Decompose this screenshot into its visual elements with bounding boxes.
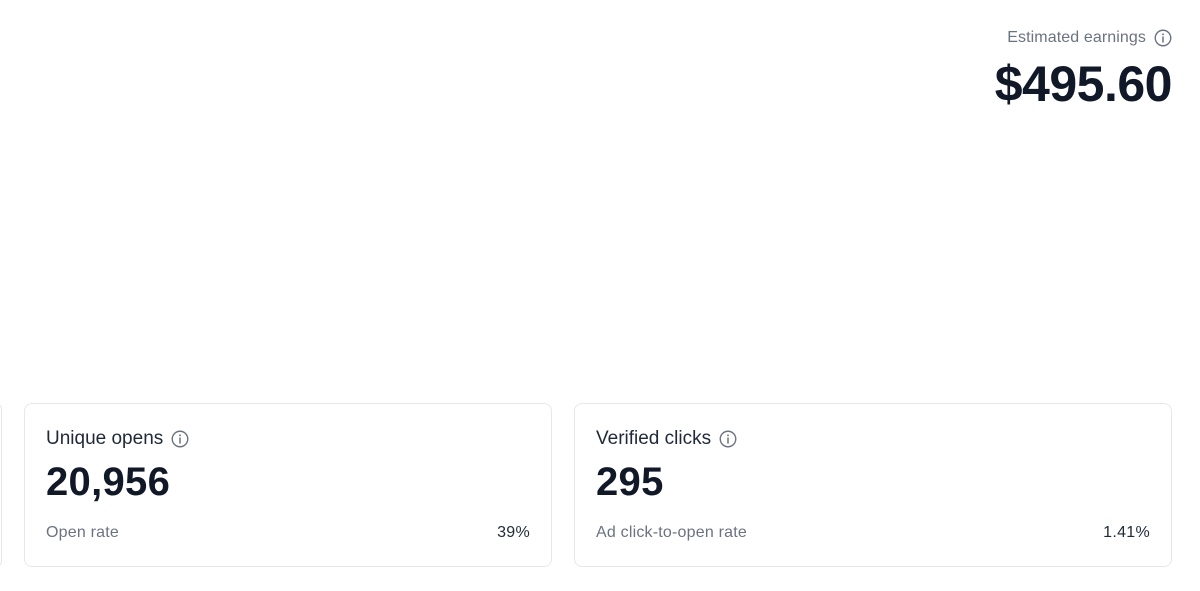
earnings-label: Estimated earnings bbox=[1007, 29, 1146, 46]
info-icon[interactable] bbox=[1154, 29, 1172, 47]
click-to-open-rate-label: Ad click-to-open rate bbox=[596, 524, 747, 541]
verified-clicks-card: Verified clicks 295 Ad click-to-open rat… bbox=[574, 403, 1172, 567]
open-rate-value: 39% bbox=[497, 524, 530, 541]
card-footer: Ad click-to-open rate 1.41% bbox=[596, 524, 1150, 542]
unique-opens-title: Unique opens bbox=[46, 428, 164, 449]
info-icon[interactable] bbox=[171, 430, 189, 448]
info-icon[interactable] bbox=[719, 430, 737, 448]
card-title-row: Unique opens bbox=[46, 426, 530, 452]
card-title-row: Verified clicks bbox=[596, 426, 1150, 452]
analytics-page: Estimated earnings $495.60 Unique opens bbox=[0, 0, 1200, 591]
estimated-earnings: Estimated earnings $495.60 bbox=[994, 26, 1173, 114]
click-to-open-rate-value: 1.41% bbox=[1103, 524, 1150, 541]
unique-opens-card: Unique opens 20,956 Open rate 39% bbox=[24, 403, 552, 567]
verified-clicks-title: Verified clicks bbox=[596, 428, 712, 449]
open-rate-label: Open rate bbox=[46, 524, 119, 541]
verified-clicks-value: 295 bbox=[596, 460, 664, 504]
earnings-value: $495.60 bbox=[994, 56, 1173, 112]
offscreen-card-edge bbox=[0, 403, 2, 567]
unique-opens-value: 20,956 bbox=[46, 460, 171, 504]
card-footer: Open rate 39% bbox=[46, 524, 530, 542]
earnings-label-row: Estimated earnings bbox=[995, 26, 1172, 50]
